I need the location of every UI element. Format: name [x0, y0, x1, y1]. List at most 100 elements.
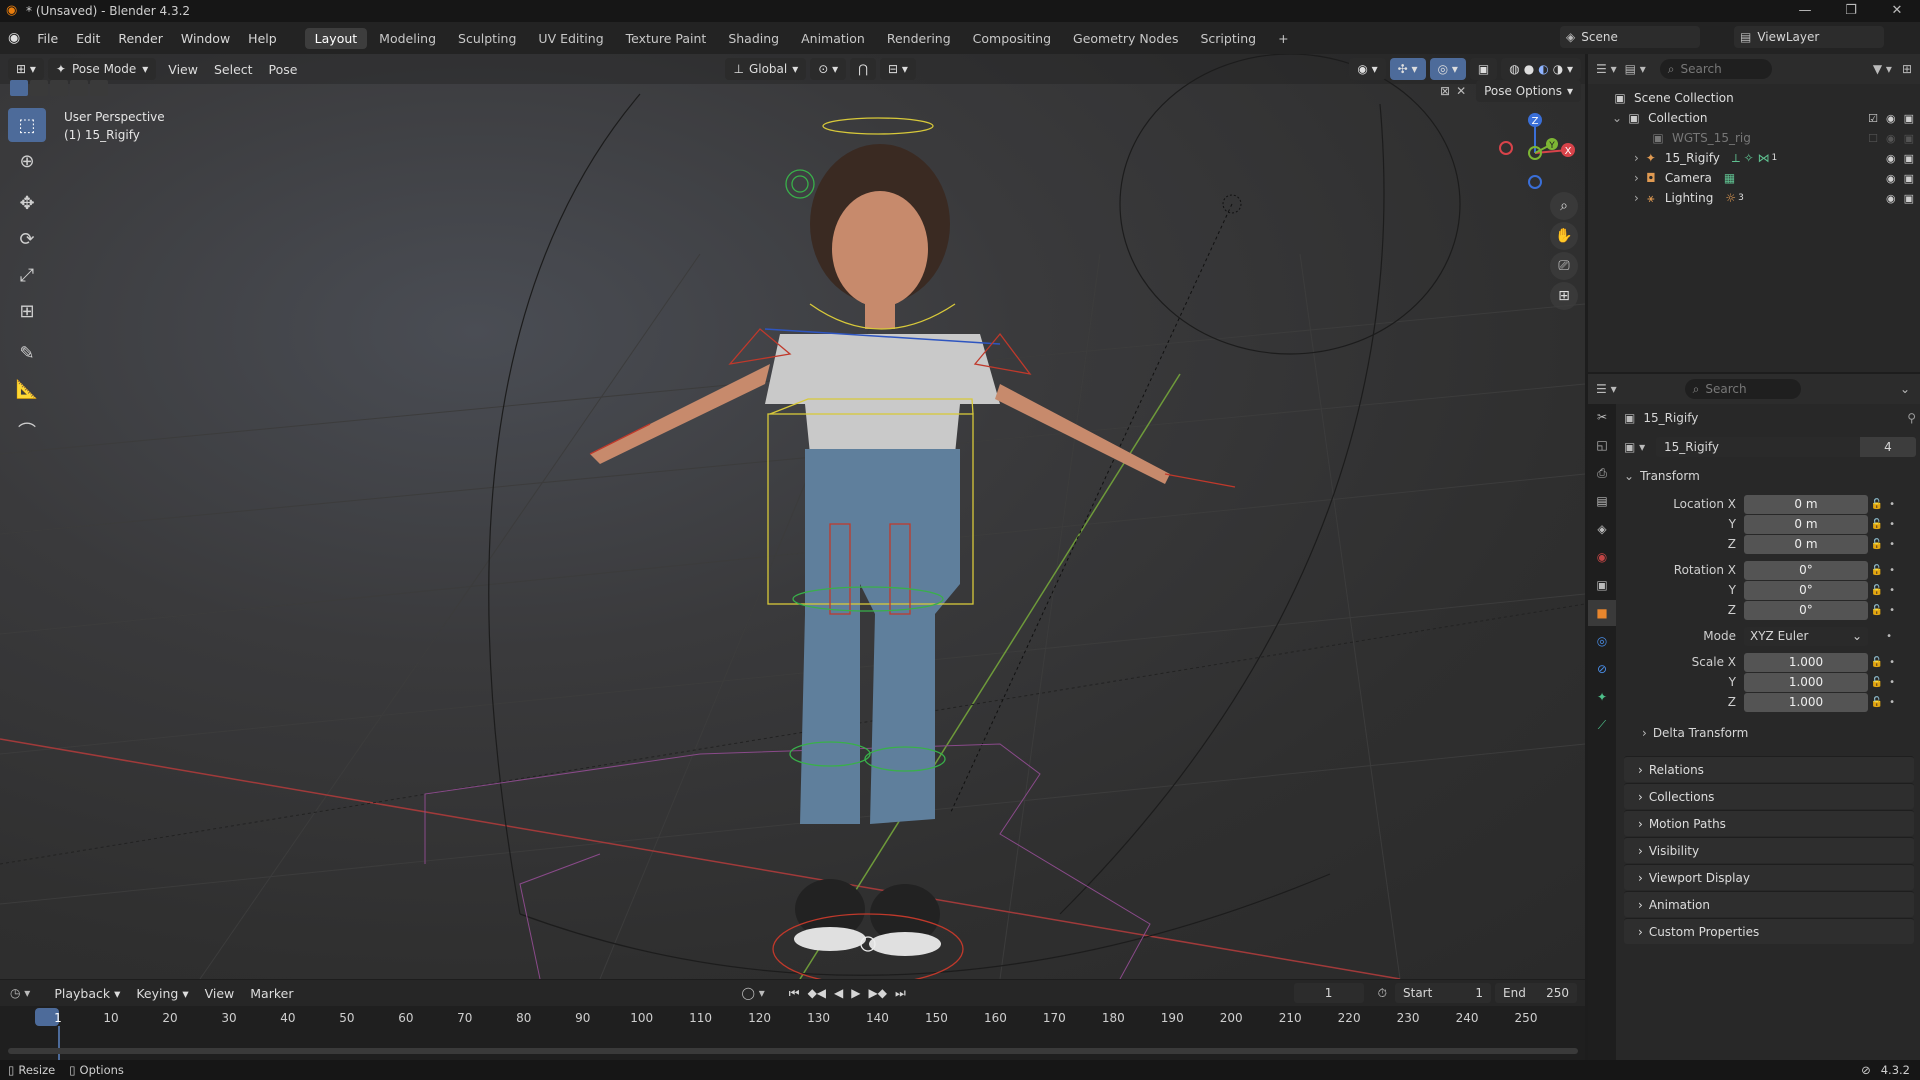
end-frame-field[interactable]: End 250 [1495, 983, 1577, 1003]
tab-texture-paint[interactable]: Texture Paint [616, 28, 717, 49]
menu-pose[interactable]: Pose [261, 62, 306, 77]
gizmo-toggle[interactable]: ✣ ▾ [1389, 58, 1426, 80]
menu-render[interactable]: Render [109, 31, 172, 46]
snap-toggle[interactable]: ⋂ [850, 58, 876, 80]
tool-tab[interactable]: ✂ [1588, 404, 1616, 430]
select-intersect-icon[interactable] [90, 80, 108, 96]
overlay-toggle[interactable]: ◎ ▾ [1429, 58, 1466, 80]
location-z-field[interactable]: 0 m [1744, 534, 1868, 554]
jump-start-icon[interactable]: ⏮ [789, 986, 800, 1001]
pose-options-dropdown[interactable]: Pose Options ▾ [1476, 80, 1582, 102]
play-reverse-icon[interactable]: ◀ [834, 986, 843, 1000]
view-layer-tab[interactable]: ▤ [1588, 488, 1616, 514]
keyframe-dot-icon[interactable]: • [1889, 519, 1895, 530]
eye-icon[interactable]: ◉ [1886, 132, 1896, 145]
rotation-x-field[interactable]: 0° [1744, 560, 1868, 580]
eye-icon[interactable]: ◉ [1886, 192, 1896, 205]
keyframe-dot-icon[interactable]: • [1889, 585, 1895, 596]
keyframe-dot-icon[interactable]: • [1889, 565, 1895, 576]
checkbox-icon[interactable]: ☐ [1868, 132, 1878, 145]
properties-search[interactable]: ⌕ Search [1684, 379, 1801, 399]
collection-tab[interactable]: ▣ [1588, 572, 1616, 598]
x-mirror-icon[interactable]: ✕ [1456, 84, 1466, 98]
keyframe-dot-icon[interactable]: • [1889, 657, 1895, 668]
editor-type-icon[interactable]: ☰ ▾ [1596, 382, 1617, 396]
new-collection-icon[interactable]: ⊞ [1902, 62, 1912, 76]
datablock-name-field[interactable]: 15_Rigify [1656, 437, 1860, 457]
bone-tab[interactable]: ⟋ [1588, 712, 1616, 738]
panel-relations[interactable]: › Relations [1624, 756, 1914, 782]
scale-x-field[interactable]: 1.000 [1744, 652, 1868, 672]
menu-window[interactable]: Window [172, 31, 239, 46]
mode-dropdown[interactable]: ✦ Pose Mode ▾ [47, 58, 157, 80]
render-camera-icon[interactable]: ▣ [1904, 112, 1914, 125]
outliner-type-icon[interactable]: ☰ ▾ [1596, 62, 1617, 76]
lock-icon[interactable]: 🔓 [1871, 605, 1883, 616]
lock-icon[interactable]: 🔓 [1871, 697, 1883, 708]
xray-toggle[interactable]: ▣ [1469, 58, 1498, 80]
collection-row[interactable]: ⌄ ▣ Collection ☑ ◉ ▣ [1588, 108, 1920, 128]
scale-z-field[interactable]: 1.000 [1744, 692, 1868, 712]
filter-icon[interactable]: ▼ ▾ [1873, 62, 1892, 76]
menu-edit[interactable]: Edit [67, 31, 109, 46]
pan-hand-icon[interactable]: ✋ [1550, 222, 1578, 250]
orientation-dropdown[interactable]: ⊥ Global ▾ [725, 58, 807, 80]
current-frame-field[interactable]: 1 [1293, 983, 1364, 1003]
lock-icon[interactable]: 🔓 [1871, 499, 1883, 510]
physics-tab[interactable]: ◎ [1588, 628, 1616, 654]
tab-shading[interactable]: Shading [718, 28, 789, 49]
relax-pose-tool[interactable]: ⌒ [8, 414, 46, 448]
display-mode-icon[interactable]: ▤ ▾ [1625, 62, 1646, 76]
cursor-tool[interactable]: ⊕ [8, 144, 46, 178]
tab-modeling[interactable]: Modeling [369, 28, 446, 49]
scene-selector[interactable]: ◈ Scene [1560, 26, 1700, 48]
visibility-dropdown[interactable]: ◉ ▾ [1349, 58, 1386, 80]
annotate-tool[interactable]: ✎ [8, 336, 46, 370]
lock-icon[interactable]: 🔓 [1871, 565, 1883, 576]
rotation-mode-dropdown[interactable]: XYZ Euler ⌄ [1744, 626, 1868, 646]
outliner-search[interactable]: ⌕ Search [1659, 59, 1772, 79]
menu-marker[interactable]: Marker [242, 986, 301, 1001]
tab-compositing[interactable]: Compositing [963, 28, 1061, 49]
checkbox-icon[interactable]: ☑ [1868, 112, 1878, 125]
tab-rendering[interactable]: Rendering [877, 28, 961, 49]
solid-icon[interactable]: ● [1524, 62, 1534, 76]
next-keyframe-icon[interactable]: ▶◆ [869, 986, 887, 1000]
auto-normalize-icon[interactable]: ⊠ [1440, 84, 1450, 98]
maximize-button[interactable]: ❐ [1828, 0, 1874, 22]
ortho-toggle-icon[interactable]: ⊞ [1550, 282, 1578, 310]
material-preview-icon[interactable]: ◐ [1538, 62, 1548, 76]
location-x-field[interactable]: 0 m [1744, 494, 1868, 514]
panel-collections[interactable]: › Collections [1624, 783, 1914, 809]
users-count[interactable]: 4 [1860, 437, 1916, 457]
lock-icon[interactable]: 🔓 [1871, 657, 1883, 668]
rotation-z-field[interactable]: 0° [1744, 600, 1868, 620]
object-tab[interactable]: ■ [1588, 600, 1616, 626]
eye-icon[interactable]: ◉ [1886, 172, 1896, 185]
expand-chevron-icon[interactable]: › [1634, 191, 1639, 205]
tab-layout[interactable]: Layout [304, 27, 368, 49]
pivot-dropdown[interactable]: ⊙ ▾ [810, 58, 847, 80]
expand-chevron-icon[interactable]: › [1634, 171, 1639, 185]
panel-motion-paths[interactable]: › Motion Paths [1624, 810, 1914, 836]
keyframe-dot-icon[interactable]: • [1889, 697, 1895, 708]
menu-file[interactable]: File [28, 31, 67, 46]
viewlayer-selector[interactable]: ▤ ViewLayer [1734, 26, 1884, 48]
rotation-y-field[interactable]: 0° [1744, 580, 1868, 600]
menu-view[interactable]: View [160, 62, 206, 77]
menu-view[interactable]: View [197, 986, 243, 1001]
datablock-type-icon[interactable]: ▣ ▾ [1624, 440, 1656, 454]
render-camera-icon[interactable]: ▣ [1904, 132, 1914, 145]
timeline-ruler[interactable]: 1 10 20 30 40 50 60 70 80 90 100 110 120 130 140 150 160… [0, 1006, 1585, 1060]
close-button[interactable]: ✕ [1874, 0, 1920, 22]
prev-keyframe-icon[interactable]: ◆◀ [808, 986, 826, 1000]
eye-icon[interactable]: ◉ [1886, 112, 1896, 125]
wireframe-icon[interactable]: ◍ [1509, 62, 1519, 76]
render-camera-icon[interactable]: ▣ [1904, 172, 1914, 185]
lock-icon[interactable]: 🔓 [1871, 539, 1883, 550]
preview-range-icon[interactable]: ⏱ [1378, 986, 1387, 1001]
render-camera-icon[interactable]: ▣ [1904, 152, 1914, 165]
tab-animation[interactable]: Animation [791, 28, 875, 49]
outliner-item-camera[interactable]: › ◘ Camera ▦ ◉ ▣ [1588, 168, 1920, 188]
tab-sculpting[interactable]: Sculpting [448, 28, 526, 49]
